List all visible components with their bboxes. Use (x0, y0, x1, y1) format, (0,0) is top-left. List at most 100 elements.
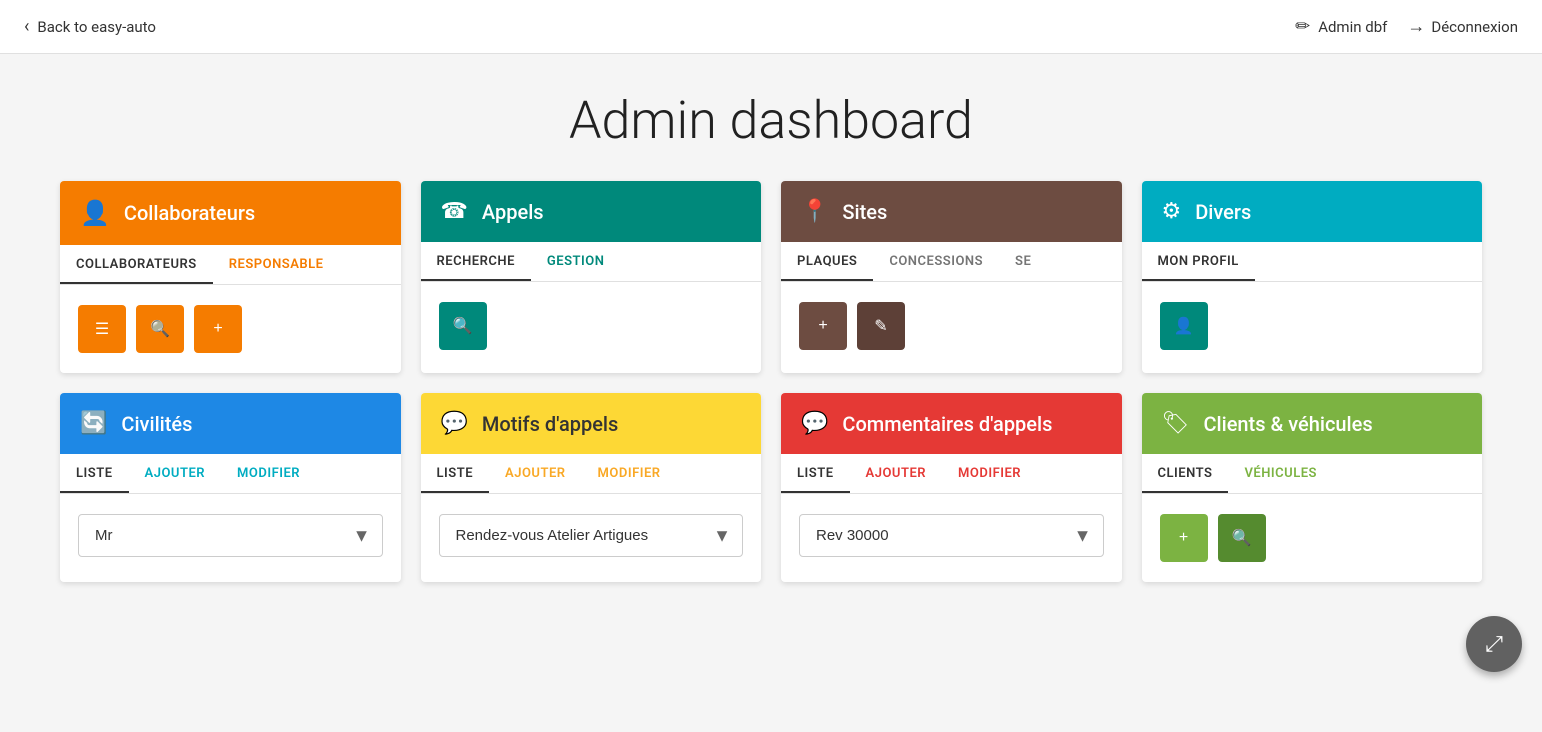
tab-ajouter-commentaires[interactable]: AJOUTER (850, 454, 943, 493)
tab-liste-motifs[interactable]: LISTE (421, 454, 490, 493)
card-actions-motifs: Rendez-vous Atelier Artigues Option 2 ▼ (421, 494, 762, 577)
card-header-appels: ☎ Appels (421, 181, 762, 242)
add-button-clients[interactable]: + (1160, 514, 1208, 562)
card-header-commentaires: 💬 Commentaires d'appels (781, 393, 1122, 454)
card-collaborateurs: 👤 Collaborateurs COLLABORATEURS RESPONSA… (60, 181, 401, 373)
logout-section[interactable]: → Déconnexion (1407, 16, 1518, 37)
civilites-dropdown[interactable]: Mr Mme Mlle Dr (78, 514, 383, 557)
tab-concessions[interactable]: CONCESSIONS (873, 242, 999, 281)
card-civilites: 🔄 Civilités LISTE AJOUTER MODIFIER Mr Mm… (60, 393, 401, 582)
person-icon: 👤 (80, 199, 110, 227)
gear-icon: ⚙ (1162, 199, 1182, 224)
tab-plaques[interactable]: PLAQUES (781, 242, 873, 281)
card-divers: ⚙ Divers MON PROFIL 👤 (1142, 181, 1483, 373)
card-title-divers: Divers (1195, 200, 1251, 224)
user-section: ✏ Admin dbf (1295, 16, 1387, 37)
user-label: Admin dbf (1318, 18, 1387, 36)
card-body-appels: RECHERCHE GESTION 🔍 (421, 242, 762, 370)
tab-liste-commentaires[interactable]: LISTE (781, 454, 850, 493)
card-actions-clients: + 🔍 (1142, 494, 1483, 582)
search-button-appels[interactable]: 🔍 (439, 302, 487, 350)
commentaires-dropdown-wrapper: Rev 30000 Option 2 ▼ (799, 514, 1104, 557)
tab-ajouter-civilites[interactable]: AJOUTER (129, 454, 222, 493)
card-header-motifs: 💬 Motifs d'appels (421, 393, 762, 454)
card-title-clients: Clients & véhicules (1203, 412, 1372, 436)
edit-icon: ✏ (1295, 16, 1310, 37)
resize-button[interactable]: ⤢ (1466, 616, 1522, 672)
motifs-dropdown-wrapper: Rendez-vous Atelier Artigues Option 2 ▼ (439, 514, 744, 557)
tab-recherche[interactable]: RECHERCHE (421, 242, 531, 281)
card-header-collaborateurs: 👤 Collaborateurs (60, 181, 401, 245)
location-icon: 📍 (801, 199, 828, 224)
tab-clients[interactable]: CLIENTS (1142, 454, 1229, 493)
card-actions-appels: 🔍 (421, 282, 762, 370)
card-header-divers: ⚙ Divers (1142, 181, 1483, 242)
card-body-civilites: LISTE AJOUTER MODIFIER Mr Mme Mlle Dr ▼ (60, 454, 401, 577)
logout-icon: → (1407, 16, 1425, 37)
chevron-left-icon: ‹ (24, 16, 29, 37)
edit-button-sites[interactable]: ✎ (857, 302, 905, 350)
card-title-sites: Sites (842, 200, 887, 224)
search-button-clients[interactable]: 🔍 (1218, 514, 1266, 562)
card-tabs-appels: RECHERCHE GESTION (421, 242, 762, 282)
card-tabs-motifs: LISTE AJOUTER MODIFIER (421, 454, 762, 494)
card-header-clients: 🏷 Clients & véhicules (1142, 393, 1483, 454)
card-tabs-sites: PLAQUES CONCESSIONS SE (781, 242, 1122, 282)
card-actions-collaborateurs: ☰ 🔍 + (60, 285, 401, 373)
comment-icon: 💬 (801, 411, 828, 436)
tab-responsable[interactable]: RESPONSABLE (213, 245, 340, 284)
card-actions-divers: 👤 (1142, 282, 1483, 370)
card-title-appels: Appels (482, 200, 544, 224)
tab-se[interactable]: SE (999, 242, 1047, 281)
commentaires-dropdown[interactable]: Rev 30000 Option 2 (799, 514, 1104, 557)
back-link[interactable]: ‹ Back to easy-auto (24, 16, 156, 37)
back-label: Back to easy-auto (37, 18, 156, 36)
card-body-motifs: LISTE AJOUTER MODIFIER Rendez-vous Ateli… (421, 454, 762, 577)
phone-icon: ☎ (441, 199, 468, 224)
civilites-dropdown-wrapper: Mr Mme Mlle Dr ▼ (78, 514, 383, 557)
card-header-sites: 📍 Sites (781, 181, 1122, 242)
tag-icon: 🏷 (1162, 411, 1190, 436)
card-body-divers: MON PROFIL 👤 (1142, 242, 1483, 370)
card-title-motifs: Motifs d'appels (482, 412, 618, 436)
top-bar: ‹ Back to easy-auto ✏ Admin dbf → Déconn… (0, 0, 1542, 54)
card-body-collaborateurs: COLLABORATEURS RESPONSABLE ☰ 🔍 + (60, 245, 401, 373)
tab-modifier-motifs[interactable]: MODIFIER (582, 454, 677, 493)
card-body-commentaires: LISTE AJOUTER MODIFIER Rev 30000 Option … (781, 454, 1122, 577)
add-button-sites[interactable]: + (799, 302, 847, 350)
card-actions-commentaires: Rev 30000 Option 2 ▼ (781, 494, 1122, 577)
logout-label: Déconnexion (1431, 18, 1518, 36)
tab-ajouter-motifs[interactable]: AJOUTER (489, 454, 582, 493)
cards-grid: 👤 Collaborateurs COLLABORATEURS RESPONSA… (0, 181, 1542, 612)
page-title: Admin dashboard (0, 54, 1542, 181)
card-appels: ☎ Appels RECHERCHE GESTION 🔍 (421, 181, 762, 373)
tab-vehicules[interactable]: VÉHICULES (1228, 454, 1333, 493)
search-button-collaborateurs[interactable]: 🔍 (136, 305, 184, 353)
tab-liste-civilites[interactable]: LISTE (60, 454, 129, 493)
card-title-commentaires: Commentaires d'appels (842, 412, 1052, 436)
chat-icon: 💬 (441, 411, 468, 436)
refresh-icon: 🔄 (80, 411, 107, 436)
card-tabs-collaborateurs: COLLABORATEURS RESPONSABLE (60, 245, 401, 285)
card-clients-vehicules: 🏷 Clients & véhicules CLIENTS VÉHICULES … (1142, 393, 1483, 582)
profile-button-divers[interactable]: 👤 (1160, 302, 1208, 350)
card-commentaires-appels: 💬 Commentaires d'appels LISTE AJOUTER MO… (781, 393, 1122, 582)
card-header-civilites: 🔄 Civilités (60, 393, 401, 454)
tab-collaborateurs[interactable]: COLLABORATEURS (60, 245, 213, 284)
add-button-collaborateurs[interactable]: + (194, 305, 242, 353)
list-button-collaborateurs[interactable]: ☰ (78, 305, 126, 353)
card-title-civilites: Civilités (121, 412, 192, 436)
card-tabs-clients: CLIENTS VÉHICULES (1142, 454, 1483, 494)
card-tabs-divers: MON PROFIL (1142, 242, 1483, 282)
tab-gestion[interactable]: GESTION (531, 242, 621, 281)
card-actions-civilites: Mr Mme Mlle Dr ▼ (60, 494, 401, 577)
tab-modifier-civilites[interactable]: MODIFIER (221, 454, 316, 493)
top-bar-right: ✏ Admin dbf → Déconnexion (1295, 16, 1518, 37)
tab-mon-profil[interactable]: MON PROFIL (1142, 242, 1255, 281)
motifs-dropdown[interactable]: Rendez-vous Atelier Artigues Option 2 (439, 514, 744, 557)
tab-modifier-commentaires[interactable]: MODIFIER (942, 454, 1037, 493)
card-title-collaborateurs: Collaborateurs (124, 201, 255, 225)
card-body-clients: CLIENTS VÉHICULES + 🔍 (1142, 454, 1483, 582)
card-tabs-civilites: LISTE AJOUTER MODIFIER (60, 454, 401, 494)
card-sites: 📍 Sites PLAQUES CONCESSIONS SE + ✎ (781, 181, 1122, 373)
